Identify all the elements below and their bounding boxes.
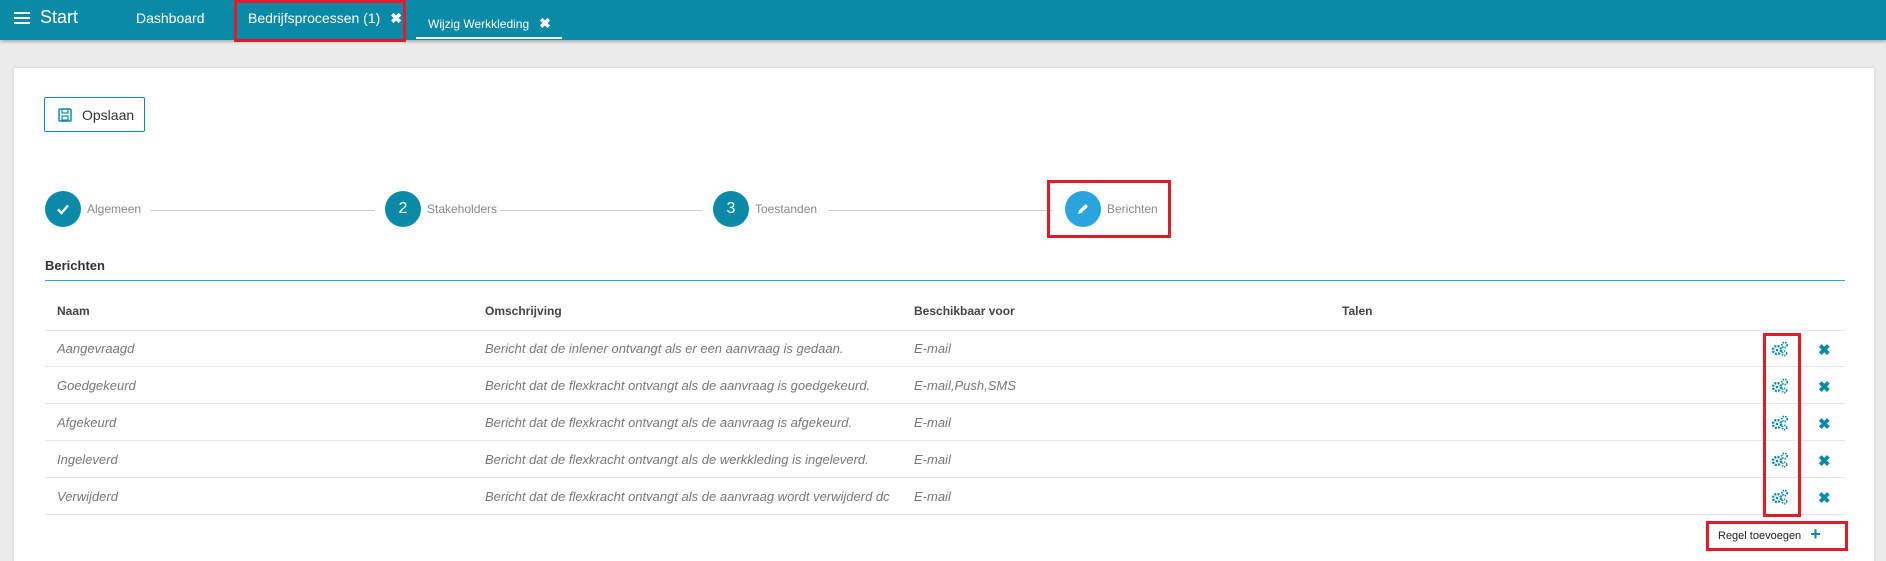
tab-wijzig-werkkleding[interactable]: Wijzig Werkkleding ✖ xyxy=(416,13,562,39)
cell-omschrijving: Bericht dat de flexkracht ontvangt als d… xyxy=(485,489,890,504)
floppy-disk-icon xyxy=(58,107,72,122)
close-icon[interactable]: ✖ xyxy=(1818,452,1831,470)
row-divider xyxy=(45,440,1845,441)
tab-label: Dashboard xyxy=(136,10,205,26)
step-berichten[interactable]: Berichten xyxy=(1065,191,1158,227)
add-row-label: Regel toevoegen xyxy=(1718,530,1802,542)
save-button[interactable]: Opslaan xyxy=(44,97,145,132)
cell-omschrijving: Bericht dat de inlener ontvangt als er e… xyxy=(485,341,844,356)
step-toestanden[interactable]: 3 Toestanden xyxy=(713,191,817,227)
start-menu-button[interactable]: Start xyxy=(14,7,78,28)
step-number: 3 xyxy=(713,191,749,227)
close-icon[interactable]: ✖ xyxy=(1818,415,1831,433)
save-label: Opslaan xyxy=(82,106,135,123)
close-tab-icon[interactable]: ✖ xyxy=(539,15,551,31)
row-divider xyxy=(45,366,1845,367)
step-label: Berichten xyxy=(1107,202,1158,216)
section-divider xyxy=(45,280,1845,281)
cell-naam: Verwijderd xyxy=(57,489,118,504)
column-header-talen: Talen xyxy=(1342,304,1373,318)
section-title: Berichten xyxy=(45,258,105,273)
cell-omschrijving: Bericht dat de flexkracht ontvangt als d… xyxy=(485,452,869,467)
tab-label: Wijzig Werkkleding xyxy=(428,17,530,31)
close-icon[interactable]: ✖ xyxy=(1818,489,1831,507)
row-divider xyxy=(45,403,1845,404)
row-divider xyxy=(45,477,1845,478)
table-divider xyxy=(45,330,1845,331)
top-navigation-bar: Start Dashboard Bedrijfsprocessen (1) ✖ W… xyxy=(0,0,1886,42)
step-stakeholders[interactable]: 2 Stakeholders xyxy=(385,191,497,227)
highlight-box xyxy=(1763,333,1801,517)
cell-beschikbaar: E-mail xyxy=(914,341,951,356)
cell-naam: Goedgekeurd xyxy=(57,378,136,393)
step-label: Algemeen xyxy=(87,202,142,216)
cell-beschikbaar: E-mail xyxy=(914,489,951,504)
pencil-icon xyxy=(1065,191,1101,227)
cell-beschikbaar: E-mail xyxy=(914,415,951,430)
row-divider xyxy=(45,514,1845,515)
tab-label: Bedrijfsprocessen (1) xyxy=(248,10,381,26)
checkmark-icon xyxy=(45,191,81,227)
close-icon[interactable]: ✖ xyxy=(1818,378,1831,396)
start-label: Start xyxy=(40,7,79,27)
step-connector xyxy=(150,210,375,211)
cell-beschikbaar: E-mail xyxy=(914,452,951,467)
column-header-omschrijving: Omschrijving xyxy=(485,304,562,318)
tab-bedrijfsprocessen[interactable]: Bedrijfsprocessen (1) ✖ xyxy=(234,0,406,42)
step-label: Stakeholders xyxy=(427,202,498,216)
add-row-button[interactable]: Regel toevoegen + xyxy=(1706,521,1848,551)
cell-naam: Afgekeurd xyxy=(57,415,117,430)
tab-dashboard[interactable]: Dashboard xyxy=(136,10,205,26)
step-algemeen[interactable]: Algemeen xyxy=(45,191,141,227)
cell-beschikbaar: E-mail,Push,SMS xyxy=(914,378,1016,393)
close-tab-icon[interactable]: ✖ xyxy=(390,10,402,26)
close-icon[interactable]: ✖ xyxy=(1818,341,1831,359)
step-connector xyxy=(828,210,1053,211)
step-connector xyxy=(500,210,702,211)
column-header-naam: Naam xyxy=(57,304,90,318)
cell-omschrijving: Bericht dat de flexkracht ontvangt als d… xyxy=(485,415,853,430)
column-header-beschikbaar: Beschikbaar voor xyxy=(914,304,1015,318)
plus-icon: + xyxy=(1810,524,1821,544)
step-number: 2 xyxy=(385,191,421,227)
cell-naam: Ingeleverd xyxy=(57,452,118,467)
step-label: Toestanden xyxy=(755,202,818,216)
cell-naam: Aangevraagd xyxy=(57,341,135,356)
hamburger-icon xyxy=(14,9,30,27)
cell-omschrijving: Bericht dat de flexkracht ontvangt als d… xyxy=(485,378,871,393)
